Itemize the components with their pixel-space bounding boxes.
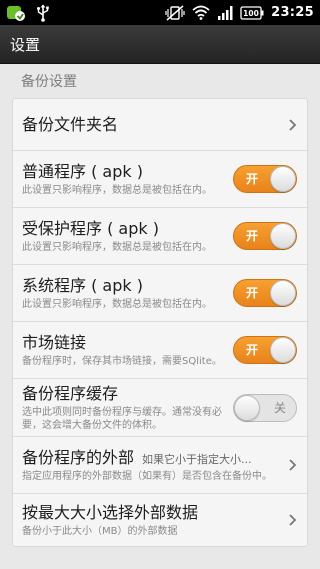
usb-icon xyxy=(36,4,50,22)
pref-text: 备份程序缓存 选中此项则同时备份程序与缓存。通常没有必要，这会增大备份文件的体积… xyxy=(22,383,227,432)
pref-summary: 指定应用程序的外部数据（如果有）是否包含在备份中。 xyxy=(22,471,272,482)
pref-summary: 此设置只影响程序，数据总是被包括在内。 xyxy=(22,185,212,196)
pref-market-link[interactable]: 市场链接 备份程序时，保存其市场链接，需要SQlite。 开 xyxy=(13,322,307,379)
settings-content[interactable]: 备份设置 备份文件夹名 普通程序 ( apk ) 此设置只影响程序，数据总是被包… xyxy=(0,64,320,569)
status-bar-left xyxy=(0,4,50,22)
status-time: 23:25 xyxy=(271,5,314,20)
toggle-label: 开 xyxy=(246,229,259,243)
pref-summary: 选中此项则同时备份程序与缓存。通常没有必要，这会增大备份文件的体积。 xyxy=(22,407,222,431)
pref-summary: 备份程序时，保存其市场链接，需要SQlite。 xyxy=(22,356,222,367)
pref-title: 受保护程序 ( apk ) xyxy=(22,219,159,238)
chevron-right-icon xyxy=(289,118,297,131)
pref-protected-apps[interactable]: 受保护程序 ( apk ) 此设置只影响程序，数据总是被包括在内。 开 xyxy=(13,208,307,265)
toggle-switch[interactable]: 开 xyxy=(233,165,297,193)
toggle-knob xyxy=(270,223,296,249)
toggle-knob xyxy=(234,394,260,421)
title-bar: 设置 xyxy=(0,25,320,64)
battery-level-text: 100 xyxy=(243,9,259,18)
toggle-label: 开 xyxy=(246,172,259,186)
toggle-label: 开 xyxy=(246,286,259,300)
pref-title: 系统程序 ( apk ) xyxy=(22,276,143,295)
pref-normal-apps[interactable]: 普通程序 ( apk ) 此设置只影响程序，数据总是被包括在内。 开 xyxy=(13,151,307,208)
signal-icon xyxy=(217,5,233,20)
pref-summary: 此设置只影响程序，数据总是被包括在内。 xyxy=(22,242,212,253)
pref-summary: 备份小于此大小（MB）的外部数据 xyxy=(22,526,178,537)
toggle-knob xyxy=(270,280,296,306)
status-bar: 100 23:25 xyxy=(0,0,320,25)
pref-max-size[interactable]: 按最大大小选择外部数据 备份小于此大小（MB）的外部数据 xyxy=(13,494,307,546)
app-notification-icon xyxy=(6,4,26,22)
wifi-icon xyxy=(192,5,210,20)
pref-title: 普通程序 ( apk ) xyxy=(22,162,143,181)
status-bar-right: 100 23:25 xyxy=(165,4,320,21)
pref-title: 市场链接 xyxy=(22,333,87,352)
pref-title-row: 备份程序的外部 如果它小于指定大小... xyxy=(22,447,281,469)
chevron-right-icon xyxy=(289,514,297,526)
settings-card: 备份文件夹名 普通程序 ( apk ) 此设置只影响程序，数据总是被包括在内。 … xyxy=(12,98,308,547)
pref-text: 市场链接 备份程序时，保存其市场链接，需要SQlite。 xyxy=(22,332,227,368)
toggle-switch[interactable]: 关 xyxy=(233,393,297,422)
section-header-backup: 备份设置 xyxy=(21,74,77,90)
pref-value: 如果它小于指定大小... xyxy=(142,453,252,466)
toggle-label: 开 xyxy=(246,343,259,357)
toggle-label: 关 xyxy=(273,400,286,415)
toggle-switch[interactable]: 开 xyxy=(233,279,297,307)
page-title: 设置 xyxy=(10,35,41,54)
chevron-right-icon xyxy=(289,459,297,471)
pref-external-data[interactable]: 备份程序的外部 如果它小于指定大小... 指定应用程序的外部数据（如果有）是否包… xyxy=(13,437,307,494)
toggle-knob xyxy=(270,337,296,363)
pref-text: 系统程序 ( apk ) 此设置只影响程序，数据总是被包括在内。 xyxy=(22,275,227,311)
pref-text: 普通程序 ( apk ) 此设置只影响程序，数据总是被包括在内。 xyxy=(22,161,227,197)
toggle-knob xyxy=(270,166,296,192)
pref-text: 受保护程序 ( apk ) 此设置只影响程序，数据总是被包括在内。 xyxy=(22,218,227,254)
pref-text: 按最大大小选择外部数据 备份小于此大小（MB）的外部数据 xyxy=(22,502,281,538)
pref-backup-folder[interactable]: 备份文件夹名 xyxy=(13,99,307,151)
toggle-switch[interactable]: 开 xyxy=(233,336,297,364)
pref-title: 备份文件夹名 xyxy=(22,114,119,134)
vibrate-mute-icon xyxy=(165,4,185,21)
pref-title: 备份程序的外部 xyxy=(22,448,135,467)
battery-icon: 100 xyxy=(240,5,264,20)
pref-text: 备份程序的外部 如果它小于指定大小... 指定应用程序的外部数据（如果有）是否包… xyxy=(22,447,281,483)
pref-title: 备份程序缓存 xyxy=(22,384,119,403)
pref-summary: 此设置只影响程序，数据总是被包括在内。 xyxy=(22,299,212,310)
toggle-switch[interactable]: 开 xyxy=(233,222,297,250)
pref-system-apps[interactable]: 系统程序 ( apk ) 此设置只影响程序，数据总是被包括在内。 开 xyxy=(13,265,307,322)
pref-title: 按最大大小选择外部数据 xyxy=(22,503,199,522)
pref-text: 备份文件夹名 xyxy=(22,114,281,136)
pref-backup-cache[interactable]: 备份程序缓存 选中此项则同时备份程序与缓存。通常没有必要，这会增大备份文件的体积… xyxy=(13,379,307,437)
